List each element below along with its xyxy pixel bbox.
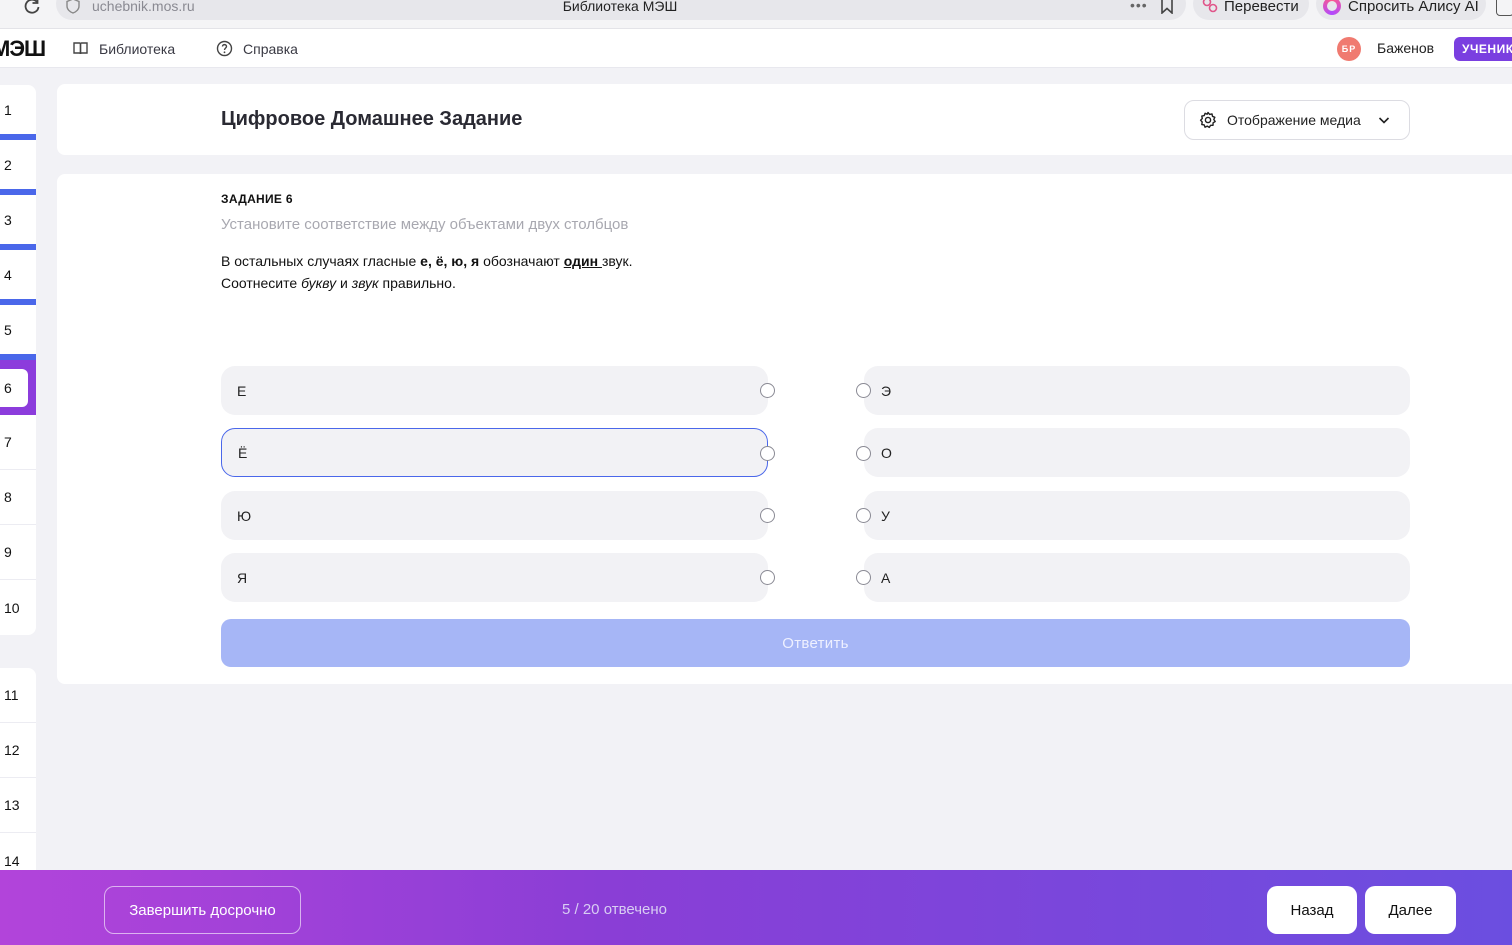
question-nav-item[interactable]: 3 [0, 195, 36, 250]
gear-icon [1199, 111, 1216, 129]
more-icon[interactable]: ••• [1130, 0, 1148, 13]
task-text: В остальных случаях гласные е, ё, ю, я о… [221, 250, 633, 294]
mesh-logo[interactable]: МЭШ [0, 36, 46, 62]
question-circle-icon [216, 40, 233, 57]
progress-text: 5 / 20 отвечено [562, 901, 668, 918]
match-right-item[interactable]: О [864, 428, 1410, 477]
question-nav-item-current[interactable]: 6 [0, 360, 36, 415]
translate-icon [1202, 0, 1218, 13]
avatar[interactable]: БР [1337, 37, 1361, 61]
right-connector-dot[interactable] [856, 570, 871, 585]
question-nav-item[interactable]: 1 [0, 85, 36, 140]
nav-help[interactable]: Справка [216, 29, 298, 68]
nav-library[interactable]: Библиотека [72, 29, 175, 68]
left-connector-dot[interactable] [760, 508, 775, 523]
match-left-item[interactable]: Е [221, 366, 768, 415]
task-label: ЗАДАНИЕ 6 [221, 192, 293, 206]
user-name[interactable]: Баженов [1377, 40, 1434, 56]
question-nav-item[interactable]: 4 [0, 250, 36, 305]
match-left-item[interactable]: Ю [221, 491, 768, 540]
left-connector-dot[interactable] [760, 570, 775, 585]
match-left-item[interactable]: Я [221, 553, 768, 602]
right-connector-dot[interactable] [856, 383, 871, 398]
question-nav-item[interactable]: 8 [0, 470, 36, 525]
app-header: МЭШ Библиотека Справка БР Баженов УЧЕНИК [0, 29, 1512, 68]
question-nav-item[interactable]: 11 [0, 668, 36, 723]
answer-button[interactable]: Ответить [221, 619, 1410, 667]
book-icon [73, 42, 88, 55]
next-button[interactable]: Далее [1365, 886, 1456, 934]
match-left-item-selected[interactable]: Ё [221, 428, 768, 477]
task-line-2: Соотнесите букву и звук правильно. [221, 275, 456, 291]
question-nav-item[interactable]: 2 [0, 140, 36, 195]
bookmark-icon[interactable] [1160, 0, 1174, 14]
question-nav-item[interactable]: 12 [0, 723, 36, 778]
task-line-1: В остальных случаях гласные е, ё, ю, я о… [221, 253, 633, 269]
match-right-item[interactable]: А [864, 553, 1410, 602]
match-right-item[interactable]: Э [864, 366, 1410, 415]
nav-library-label: Библиотека [99, 40, 176, 57]
match-right-item[interactable]: У [864, 491, 1410, 540]
role-badge[interactable]: УЧЕНИК [1454, 37, 1512, 61]
translate-label[interactable]: Перевести [1224, 0, 1299, 15]
back-button[interactable]: Назад [1267, 886, 1357, 934]
question-nav-item[interactable]: 7 [0, 415, 36, 470]
media-display-dropdown[interactable]: Отображение медиа [1184, 100, 1410, 140]
question-nav-item[interactable]: 13 [0, 778, 36, 833]
right-connector-dot[interactable] [856, 446, 871, 461]
finish-early-button[interactable]: Завершить досрочно [104, 886, 301, 934]
question-nav-item[interactable]: 9 [0, 525, 36, 580]
nav-help-label: Справка [243, 40, 298, 57]
chevron-down-icon [1378, 117, 1389, 124]
question-nav-item[interactable]: 10 [0, 580, 36, 635]
page-title: Цифровое Домашнее Задание [221, 108, 523, 130]
question-nav-item[interactable]: 5 [0, 305, 36, 360]
right-connector-dot[interactable] [856, 508, 871, 523]
question-nav-panel-2: 11 12 13 14 [0, 668, 36, 878]
left-connector-dot[interactable] [760, 446, 775, 461]
media-display-label: Отображение медиа [1227, 112, 1361, 128]
alisa-label[interactable]: Спросить Алису AI [1348, 0, 1479, 15]
browser-tab-title: Библиотека МЭШ [562, 0, 678, 14]
task-hint: Установите соответствие между объектами … [221, 216, 629, 233]
question-nav-panel: 1 2 3 4 5 6 7 8 9 10 [0, 85, 36, 635]
left-connector-dot[interactable] [760, 383, 775, 398]
extension-icon[interactable] [1496, 0, 1512, 16]
